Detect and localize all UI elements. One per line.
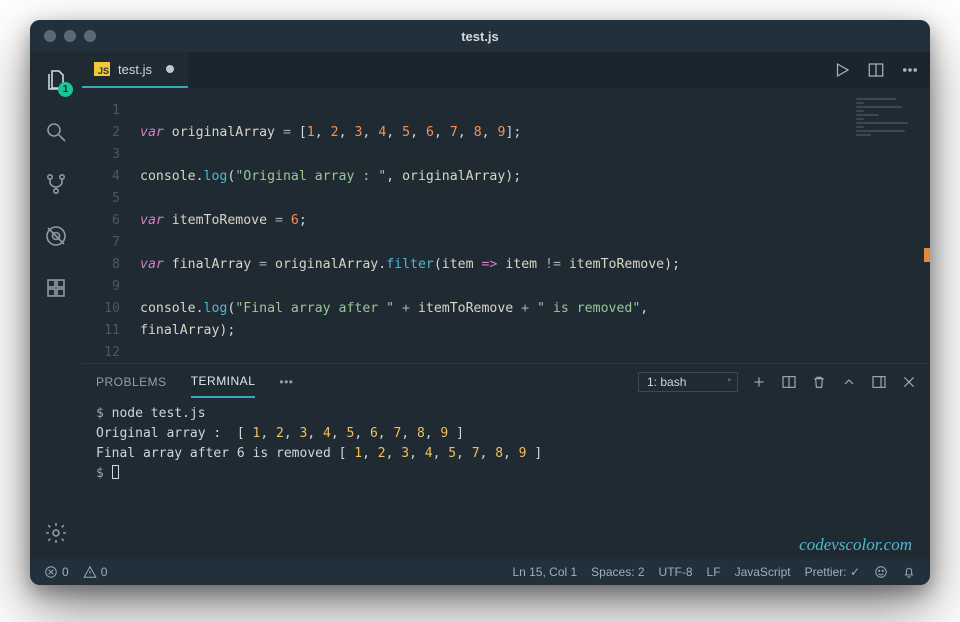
panel-position-icon[interactable] xyxy=(870,373,888,391)
kill-terminal-icon[interactable] xyxy=(810,373,828,391)
status-warnings[interactable]: 0 xyxy=(83,565,108,579)
vscode-window: test.js 1 xyxy=(30,20,930,585)
code-area[interactable]: var originalArray = [1, 2, 3, 4, 5, 6, 7… xyxy=(132,88,930,363)
explorer-icon[interactable]: 1 xyxy=(42,66,70,94)
status-ln-col[interactable]: Ln 15, Col 1 xyxy=(512,565,577,579)
run-icon[interactable] xyxy=(832,60,852,80)
line-number-gutter: 123456789101112 xyxy=(82,88,132,363)
new-terminal-icon[interactable] xyxy=(750,373,768,391)
debug-icon[interactable] xyxy=(42,222,70,250)
search-icon[interactable] xyxy=(42,118,70,146)
status-prettier[interactable]: Prettier: ✓ xyxy=(805,565,860,579)
status-bell-icon[interactable] xyxy=(902,565,916,579)
status-eol[interactable]: LF xyxy=(707,565,721,579)
tab-test-js[interactable]: JS test.js xyxy=(82,52,188,88)
tab-label: test.js xyxy=(118,62,152,77)
source-control-icon[interactable] xyxy=(42,170,70,198)
js-file-icon: JS xyxy=(94,62,110,76)
status-feedback-icon[interactable] xyxy=(874,565,888,579)
editor[interactable]: 123456789101112 var originalArray = [1, … xyxy=(82,88,930,363)
window-title: test.js xyxy=(30,29,930,44)
status-spaces[interactable]: Spaces: 2 xyxy=(591,565,644,579)
titlebar: test.js xyxy=(30,20,930,52)
panel-up-icon[interactable] xyxy=(840,373,858,391)
split-editor-icon[interactable] xyxy=(866,60,886,80)
editor-group: JS test.js 123456789101112 var originalA… xyxy=(82,52,930,559)
panel-tabs: PROBLEMS TERMINAL ••• 1: bash xyxy=(82,364,930,400)
window-body: 1 JS xyxy=(30,52,930,559)
status-language[interactable]: JavaScript xyxy=(735,565,791,579)
explorer-badge: 1 xyxy=(58,82,73,97)
panel-tab-problems[interactable]: PROBLEMS xyxy=(96,367,167,397)
settings-gear-icon[interactable] xyxy=(42,519,70,547)
editor-actions xyxy=(832,52,920,88)
watermark: codevscolor.com xyxy=(799,535,912,555)
terminal-selector[interactable]: 1: bash xyxy=(638,372,738,392)
panel-tab-terminal[interactable]: TERMINAL xyxy=(191,366,256,398)
panel-close-icon[interactable] xyxy=(900,373,918,391)
panel: PROBLEMS TERMINAL ••• 1: bash $ node tes… xyxy=(82,363,930,559)
extensions-icon[interactable] xyxy=(42,274,70,302)
panel-actions: 1: bash xyxy=(638,364,918,400)
more-actions-icon[interactable] xyxy=(900,60,920,80)
activity-bar: 1 xyxy=(30,52,82,559)
status-errors[interactable]: 0 xyxy=(44,565,69,579)
status-bar: 0 0 Ln 15, Col 1 Spaces: 2 UTF-8 LF Java… xyxy=(30,559,930,585)
split-terminal-icon[interactable] xyxy=(780,373,798,391)
tab-bar: JS test.js xyxy=(82,52,930,88)
tab-dirty-indicator xyxy=(166,65,174,73)
status-encoding[interactable]: UTF-8 xyxy=(659,565,693,579)
panel-tab-more[interactable]: ••• xyxy=(279,367,293,397)
overview-ruler-marker xyxy=(924,248,930,262)
